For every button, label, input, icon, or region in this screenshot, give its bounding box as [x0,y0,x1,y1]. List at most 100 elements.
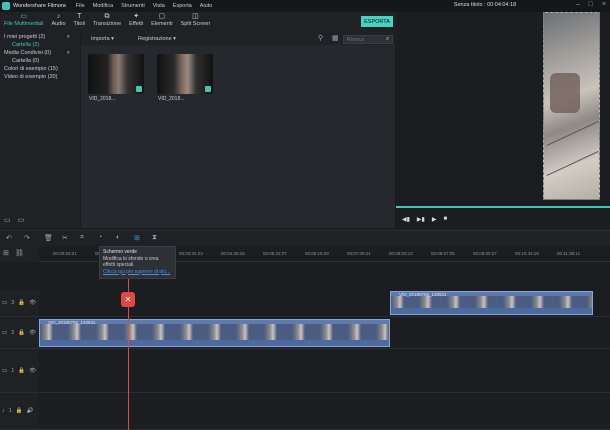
filmora-window: Wondershare Filmora File Modifica Strume… [0,0,610,430]
new-folder-icon[interactable]: ▭ [4,216,11,224]
search-icon[interactable]: ⌕ [386,36,389,43]
tab-split-screen[interactable]: ◫ Split Screen [177,12,215,33]
undo-icon[interactable]: ↶ [6,234,12,242]
ruler-tick: 00:04:28:15 [221,251,245,256]
import-label: Importa [91,36,110,42]
lock-icon[interactable]: 🔒 [18,330,25,336]
floor-line [546,121,599,146]
window-controls: – □ × [576,1,606,8]
audio-icon[interactable]: ⧗ [152,234,157,242]
menu-file[interactable]: File [76,3,85,9]
folder-icon[interactable]: ▭ [18,216,25,224]
crop-icon[interactable]: ⌗ [80,234,84,242]
tab-label: Transizione [92,21,122,27]
minimize-icon[interactable]: – [576,1,580,8]
tab-label: Elementi [151,21,173,27]
sidebar-item-miei-progetti[interactable]: I miei progetti (2) [4,34,45,40]
track-header-video-3: ▭ 3 🔒 👁 [0,290,39,317]
speed-icon[interactable]: ◔ [98,234,102,241]
eye-icon[interactable]: 👁 [29,330,36,336]
tab-titoli[interactable]: T Titoli [70,12,89,33]
music-note-icon: ♪ [56,13,61,20]
ruler-tick: 00:06:15:29 [305,251,329,256]
tab-elementi[interactable]: ▢ Elementi [147,12,176,33]
import-dropdown[interactable]: Importa ▾ [91,36,114,42]
filmora-logo-icon [2,2,10,10]
menu-strumenti[interactable]: Strumenti [121,3,145,9]
sidebar-item-video-esempio[interactable]: Video di esempio (20) [4,74,57,80]
redo-icon[interactable]: ↷ [24,234,30,242]
chevron-down-icon[interactable]: ▾ [67,34,70,40]
tab-label: Audio [51,21,66,27]
lock-icon[interactable]: 🔒 [16,408,23,414]
eye-icon[interactable]: 👁 [29,300,36,306]
sidebar-item-colori-esempio[interactable]: Colori di esempio (15) [4,66,58,72]
tab-transizione[interactable]: ⧉ Transizione [89,12,125,33]
close-icon[interactable]: × [602,1,606,8]
chevron-down-icon[interactable]: ▾ [67,50,70,56]
lock-icon[interactable]: 🔒 [18,368,25,374]
timeline-video-clip[interactable]: VID_20180706_132531 [390,291,593,315]
video-track-2[interactable]: VID_20180706_132531 [39,317,610,349]
lock-icon[interactable]: 🔒 [18,300,25,306]
media-clip-thumbnail[interactable] [157,54,213,94]
record-dropdown[interactable]: Registrazione ▾ [138,36,176,42]
media-clip-thumbnail[interactable] [88,54,144,94]
sidebar-footer: ▭ ▭ [4,216,24,224]
playhead-line[interactable] [128,262,129,430]
eye-icon[interactable]: 👁 [29,368,36,374]
tooltip-learn-more-link[interactable]: Clicca qui per saperne di più... [103,269,172,276]
library-sidebar: I miei progetti (2) ▾ Cartella (2) Media… [0,33,80,228]
filter-icon[interactable]: ⚲ [318,34,323,42]
color-icon[interactable]: ◐ [116,234,120,241]
timeline-video-clip[interactable]: VID_20180706_132531 [39,319,390,347]
preview-video-frame[interactable] [543,12,600,200]
ruler-tick: 00:08:03:13 [389,251,413,256]
sidebar-item-cartella-0[interactable]: Cartella (0) [12,58,39,64]
project-title-text: Senza titolo : 00:04:04:18 [453,2,517,8]
menu-vista[interactable]: Vista [153,3,165,9]
track-number: 1 [8,408,12,414]
track-header-audio-1: ♪ 1 🔒 🔊 [0,393,39,430]
menu-aiuto[interactable]: Aiuto [200,3,213,9]
sidebar-item-media-condivisi[interactable]: Media Condivisi (0) [4,50,51,56]
tab-label: Split Screen [180,21,211,27]
main-toolbar: ▭ File Multimediali ♪ Audio T Titoli ⧉ T… [0,12,395,33]
sidebar-item-cartella-2[interactable]: Cartella (2) [12,42,39,48]
green-screen-icon[interactable]: ⊞ [134,234,140,242]
menu-modifica[interactable]: Modifica [93,3,113,9]
speaker-icon[interactable]: 🔊 [27,408,34,414]
menu-bar: Wondershare Filmora File Modifica Strume… [0,0,610,12]
ruler-tick: 00:11:38:11 [557,251,581,256]
clip-audio-wave [391,308,592,314]
play-icon[interactable]: ▶ [432,216,437,223]
video-track-1[interactable] [39,349,610,393]
maximize-icon[interactable]: □ [589,1,593,8]
link-icon[interactable]: ⛓ [15,249,24,257]
timeline-track-controls: ⊞ ⛓ [0,246,39,262]
export-button[interactable]: ESPORTA [361,16,393,27]
cut-icon[interactable]: ✂ [62,234,68,242]
ruler-tick: 00:08:57:05 [431,251,455,256]
step-back-icon[interactable]: ◀▮ [402,216,410,223]
menu-esporta[interactable]: Esporta [173,3,192,9]
track-header-video-1: ▭ 1 🔒 👁 [0,349,39,393]
tab-effetti[interactable]: ✦ Effetti [125,12,147,33]
video-track-icon: ▭ [2,329,8,336]
tab-audio[interactable]: ♪ Audio [47,12,69,33]
grid-view-icon[interactable]: ▦ [332,34,339,42]
floor-line [546,151,599,176]
ruler-tick: 00:10:44:19 [515,251,539,256]
preview-progress-bar[interactable] [396,206,610,208]
stop-icon[interactable]: ■ [443,216,447,223]
green-screen-tooltip: Schermo verde Modifica lo sfondo o crea … [99,246,176,279]
audio-track-1[interactable] [39,393,610,430]
play-icon[interactable]: ▶▮ [417,216,425,223]
add-track-icon[interactable]: ⊞ [3,249,9,257]
elements-icon: ▢ [158,13,166,20]
scissors-icon[interactable]: ✕ [121,292,135,307]
tab-file-multimediali[interactable]: ▭ File Multimediali [0,12,47,33]
delete-icon[interactable]: 🗑 [44,234,53,242]
video-track-icon: ▭ [2,367,8,374]
app-title: Wondershare Filmora [13,3,66,9]
